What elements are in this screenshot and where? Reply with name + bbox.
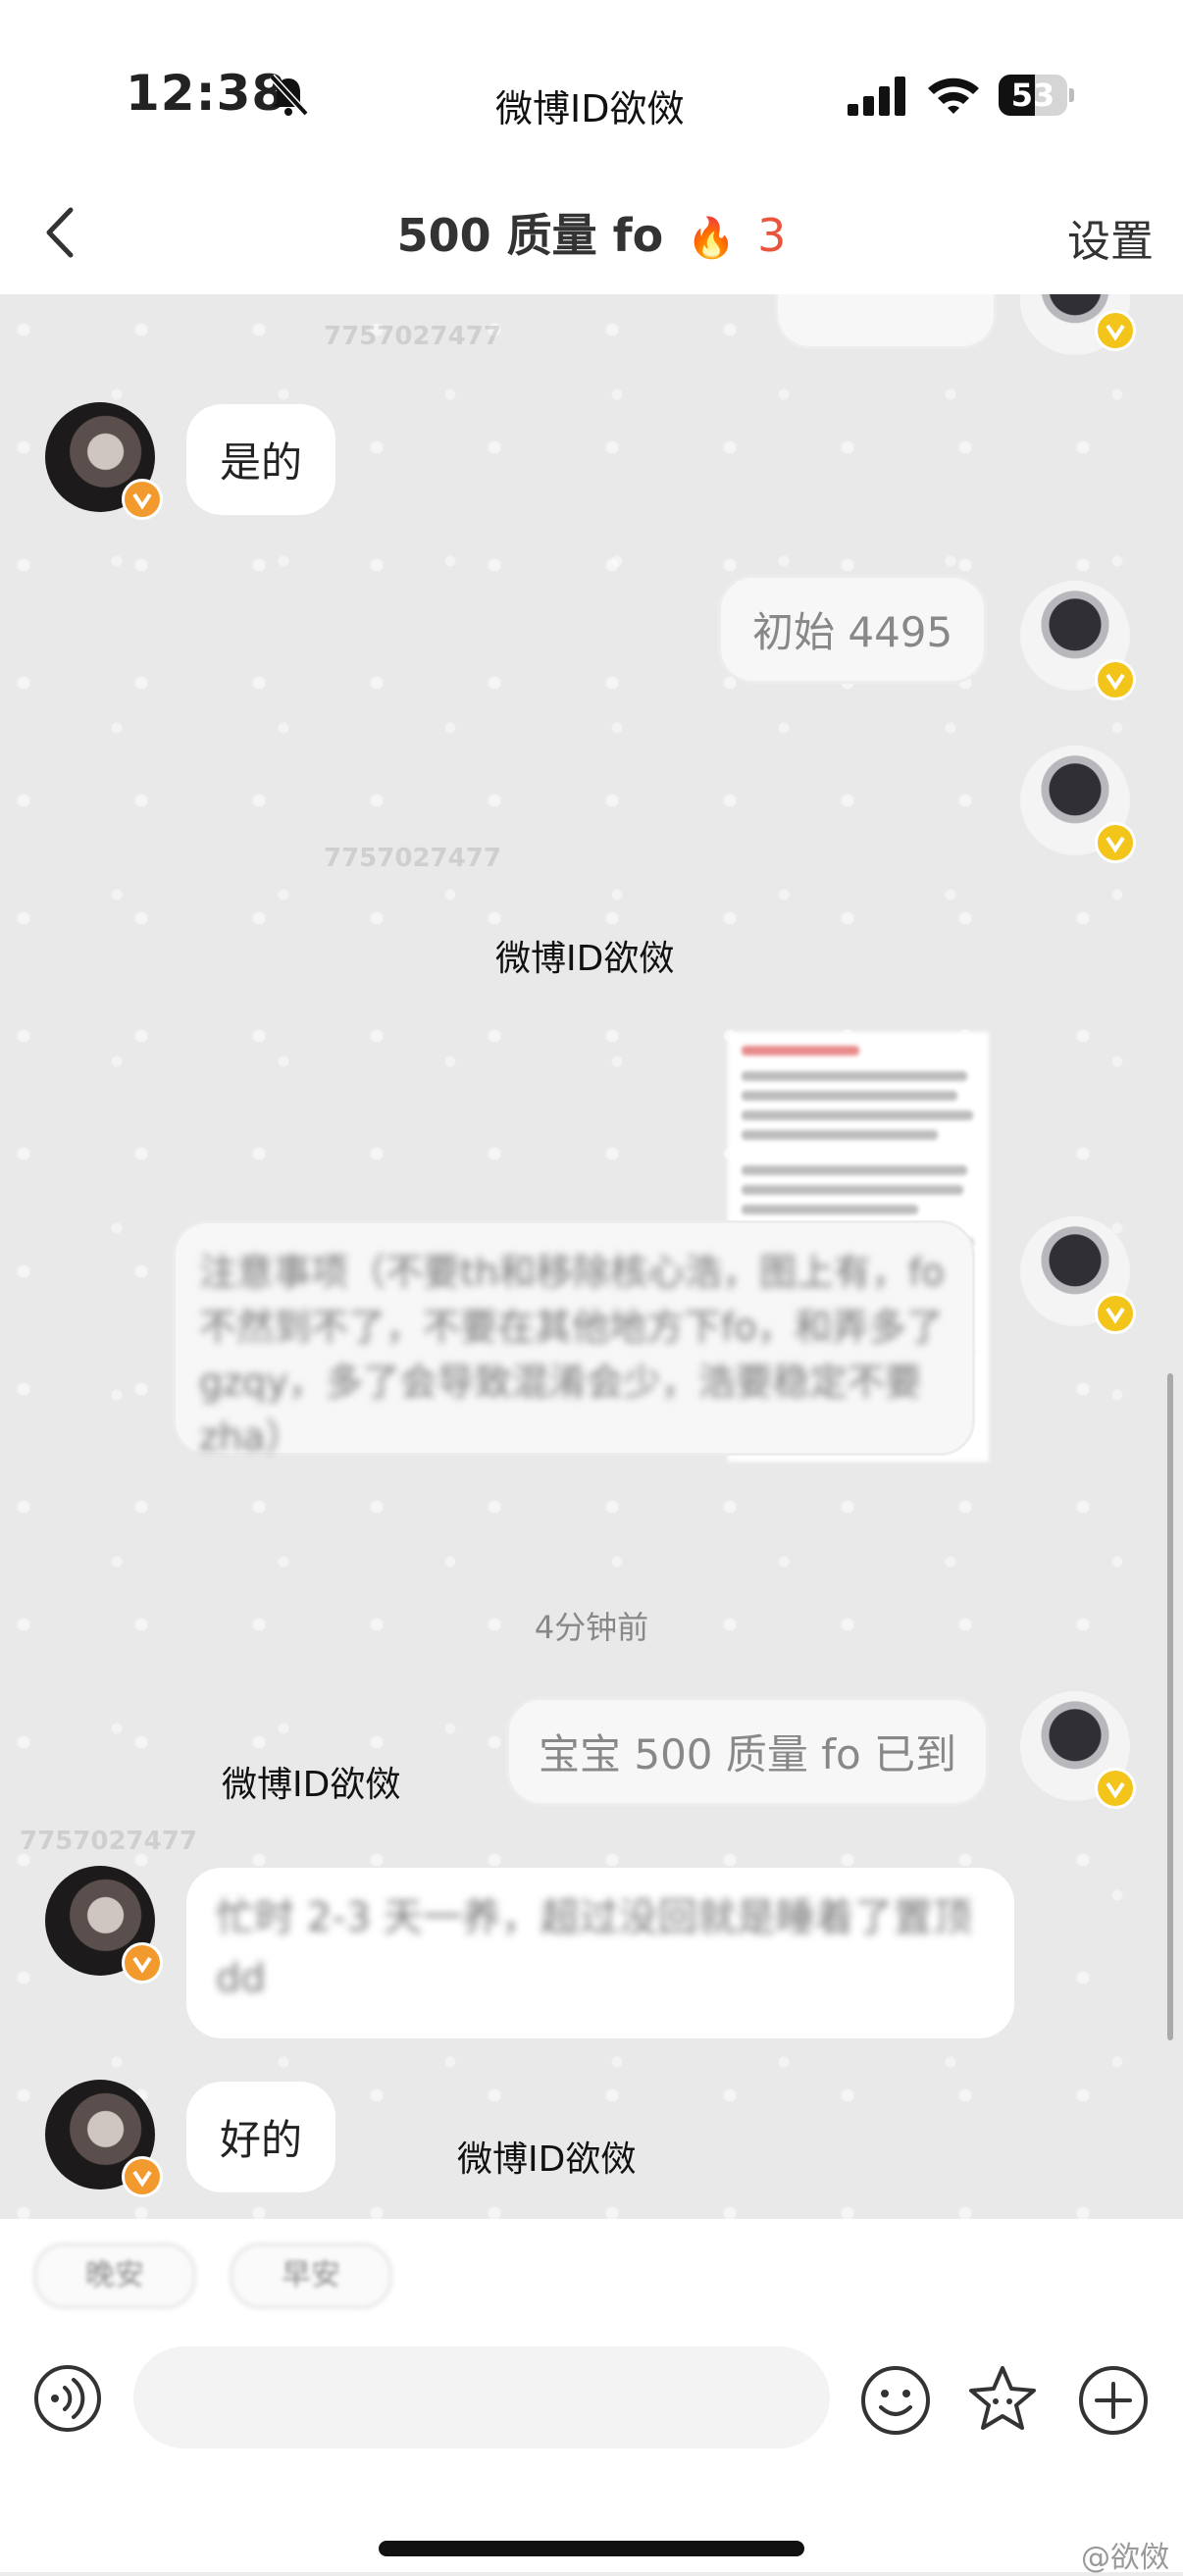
status-time: 12:38 — [126, 65, 287, 122]
message-bubble[interactable]: 是的 — [186, 404, 336, 515]
status-bar: 12:38 微博ID欲傚 53 — [0, 0, 1183, 177]
fire-count: 3 — [757, 209, 787, 262]
verified-badge-icon — [1095, 310, 1136, 351]
background-watermark: 7757027477 — [20, 1827, 197, 1856]
message-bubble-partial[interactable] — [775, 294, 997, 349]
watermark-text: 微博ID欲傚 — [495, 939, 675, 979]
watermark-text: 微博ID欲傚 — [457, 2139, 637, 2180]
cellular-signal-icon — [848, 77, 905, 116]
verified-badge-icon — [122, 479, 163, 520]
watermark-text: 微博ID欲傚 — [495, 87, 685, 130]
message-bubble[interactable]: 好的 — [186, 2082, 336, 2192]
message-text: 宝宝 500 质量 fo 已到 — [539, 1730, 957, 1778]
message-bubble[interactable]: 宝宝 500 质量 fo 已到 — [506, 1697, 990, 1806]
message-text: 忙时 2-3 天一养，超过没回就是睡着了置顶dd — [216, 1895, 972, 2001]
verified-badge-icon — [122, 1942, 163, 1984]
message-text: 好的 — [220, 2116, 303, 2164]
message-bubble[interactable]: 忙时 2-3 天一养，超过没回就是睡着了置顶dd — [186, 1868, 1014, 2038]
sticker-star-icon[interactable] — [965, 2362, 1040, 2437]
voice-input-icon[interactable] — [33, 2364, 102, 2433]
quick-reply-chip[interactable]: 晚安 — [33, 2242, 196, 2309]
verified-badge-icon — [1095, 1768, 1136, 1809]
home-indicator[interactable] — [379, 2541, 804, 2556]
message-bubble[interactable]: 注意事项（不要th和移除核心浩，图上有，fo不然到不了，不要在其他地方下fo，和… — [173, 1220, 975, 1459]
battery-indicator: 53 — [999, 75, 1074, 118]
bell-mute-icon — [269, 74, 309, 117]
nav-bar: 500 质量 fo 🔥 3 设置 — [0, 177, 1183, 294]
message-text: 初始 4495 — [752, 608, 953, 656]
message-text: 注意事项（不要th和移除核心浩，图上有，fo不然到不了，不要在其他地方下fo，和… — [199, 1251, 945, 1459]
message-input[interactable] — [133, 2346, 830, 2448]
scrollbar[interactable] — [1167, 1373, 1173, 2040]
quick-reply-chip[interactable]: 早安 — [230, 2242, 392, 2309]
verified-badge-icon — [122, 2156, 163, 2197]
chat-title-text: 500 质量 fo — [396, 209, 664, 262]
plus-icon[interactable] — [1077, 2364, 1150, 2437]
background-watermark: 7757027477 — [324, 844, 501, 873]
message-text: 是的 — [220, 438, 303, 487]
verified-badge-icon — [1095, 659, 1136, 700]
chat-area[interactable]: 7757027477 7757027477 7757027477 7757027… — [0, 294, 1183, 2219]
verified-badge-icon — [1095, 822, 1136, 863]
chat-title[interactable]: 500 质量 fo 🔥 3 — [0, 200, 1183, 265]
battery-percent: 53 — [1010, 77, 1055, 114]
watermark-text: 微博ID欲傚 — [222, 1765, 401, 1805]
bottom-input-area: 晚安 早安 @欲傚 — [0, 2219, 1183, 2575]
fire-icon: 🔥 — [687, 216, 737, 261]
message-timestamp: 4分钟前 — [534, 1609, 649, 1646]
settings-button[interactable]: 设置 — [1067, 206, 1154, 269]
wifi-icon — [928, 77, 979, 114]
verified-badge-icon — [1095, 1293, 1136, 1334]
emoji-icon[interactable] — [859, 2364, 932, 2437]
message-bubble[interactable]: 初始 4495 — [718, 575, 988, 684]
background-watermark: 7757027477 — [324, 322, 501, 351]
watermark-credit: @欲傚 — [1081, 2541, 1169, 2575]
